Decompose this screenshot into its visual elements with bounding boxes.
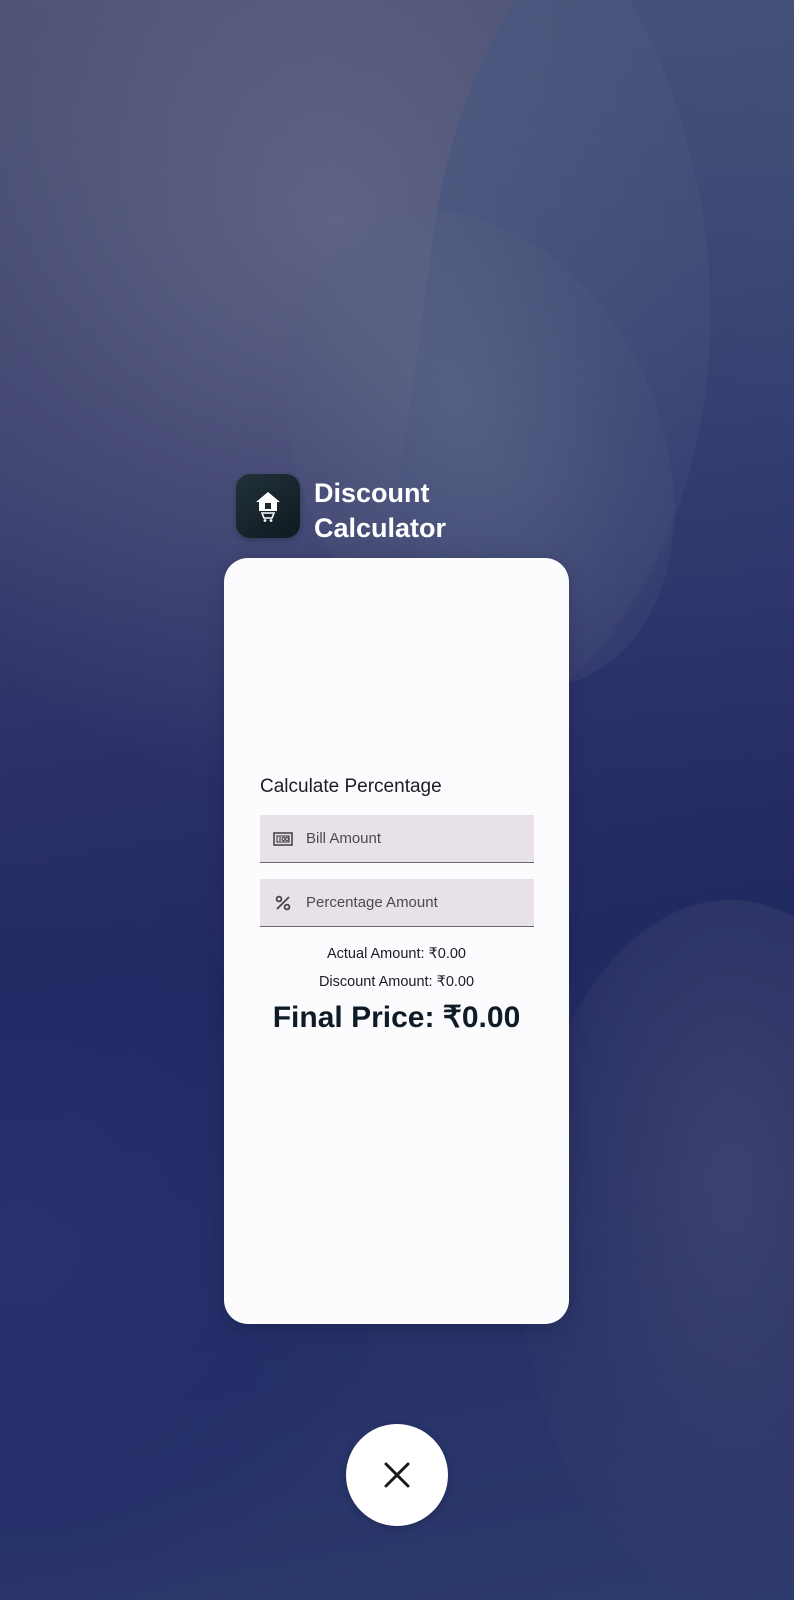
percentage-amount-input[interactable] (306, 894, 526, 911)
cash-icon (260, 831, 306, 846)
discount-amount-text: Discount Amount: ₹0.00 (318, 974, 475, 990)
bill-amount-input[interactable] (306, 830, 526, 847)
close-icon (384, 1462, 410, 1488)
actual-amount-text: Actual Amount: ₹0.00 (326, 946, 466, 962)
app-preview-card[interactable]: Calculate Percentage Actual Amount: ₹0.0… (224, 558, 569, 1324)
bill-amount-field[interactable] (260, 815, 534, 863)
section-title: Calculate Percentage (260, 776, 442, 797)
percentage-amount-field[interactable] (260, 879, 534, 927)
percent-icon (260, 894, 306, 912)
recent-app-header[interactable]: Discount Calculator (236, 474, 474, 546)
close-all-button[interactable] (346, 1424, 448, 1526)
app-title: Discount Calculator (314, 478, 447, 543)
house-cart-icon[interactable] (236, 474, 300, 538)
final-price-text: Final Price: ₹0.00 (272, 1001, 521, 1034)
